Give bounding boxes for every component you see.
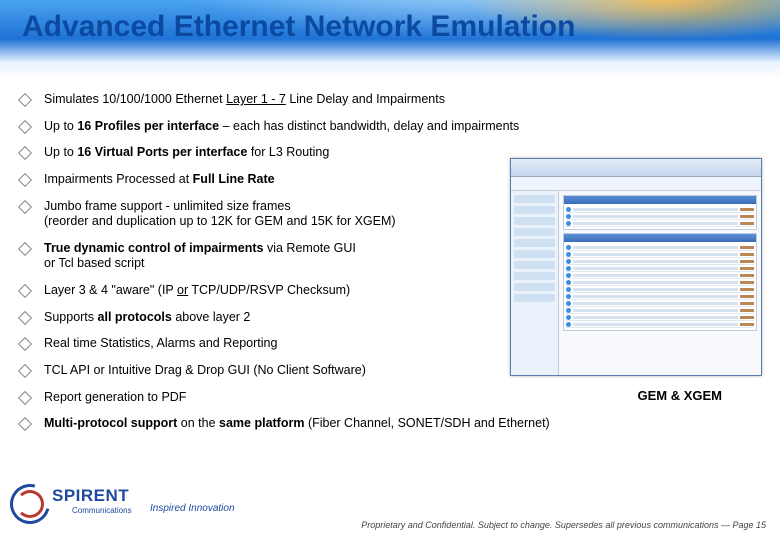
- logo-swirl-icon: [10, 484, 48, 522]
- bullet-item: Multi-protocol support on the same platf…: [34, 416, 754, 432]
- screenshot-caption: GEM & XGEM: [637, 388, 722, 403]
- bullet-item: Up to 16 Profiles per interface – each h…: [34, 119, 754, 135]
- screenshot-titlebar: [511, 159, 761, 177]
- gui-screenshot: [510, 158, 762, 376]
- bullet-item: Simulates 10/100/1000 Ethernet Layer 1 -…: [34, 92, 754, 108]
- logo-text: SPIRENT: [52, 486, 129, 506]
- logo-subtext: Communications: [72, 506, 132, 515]
- page-title: Advanced Ethernet Network Emulation: [22, 10, 575, 44]
- screenshot-main: [559, 191, 761, 375]
- screenshot-sidebar: [511, 191, 559, 375]
- spirent-logo: SPIRENT Communications: [10, 480, 170, 530]
- logo-tagline: Inspired Innovation: [150, 503, 235, 514]
- screenshot-toolbar: [511, 177, 761, 191]
- footer-text: Proprietary and Confidential. Subject to…: [361, 520, 766, 530]
